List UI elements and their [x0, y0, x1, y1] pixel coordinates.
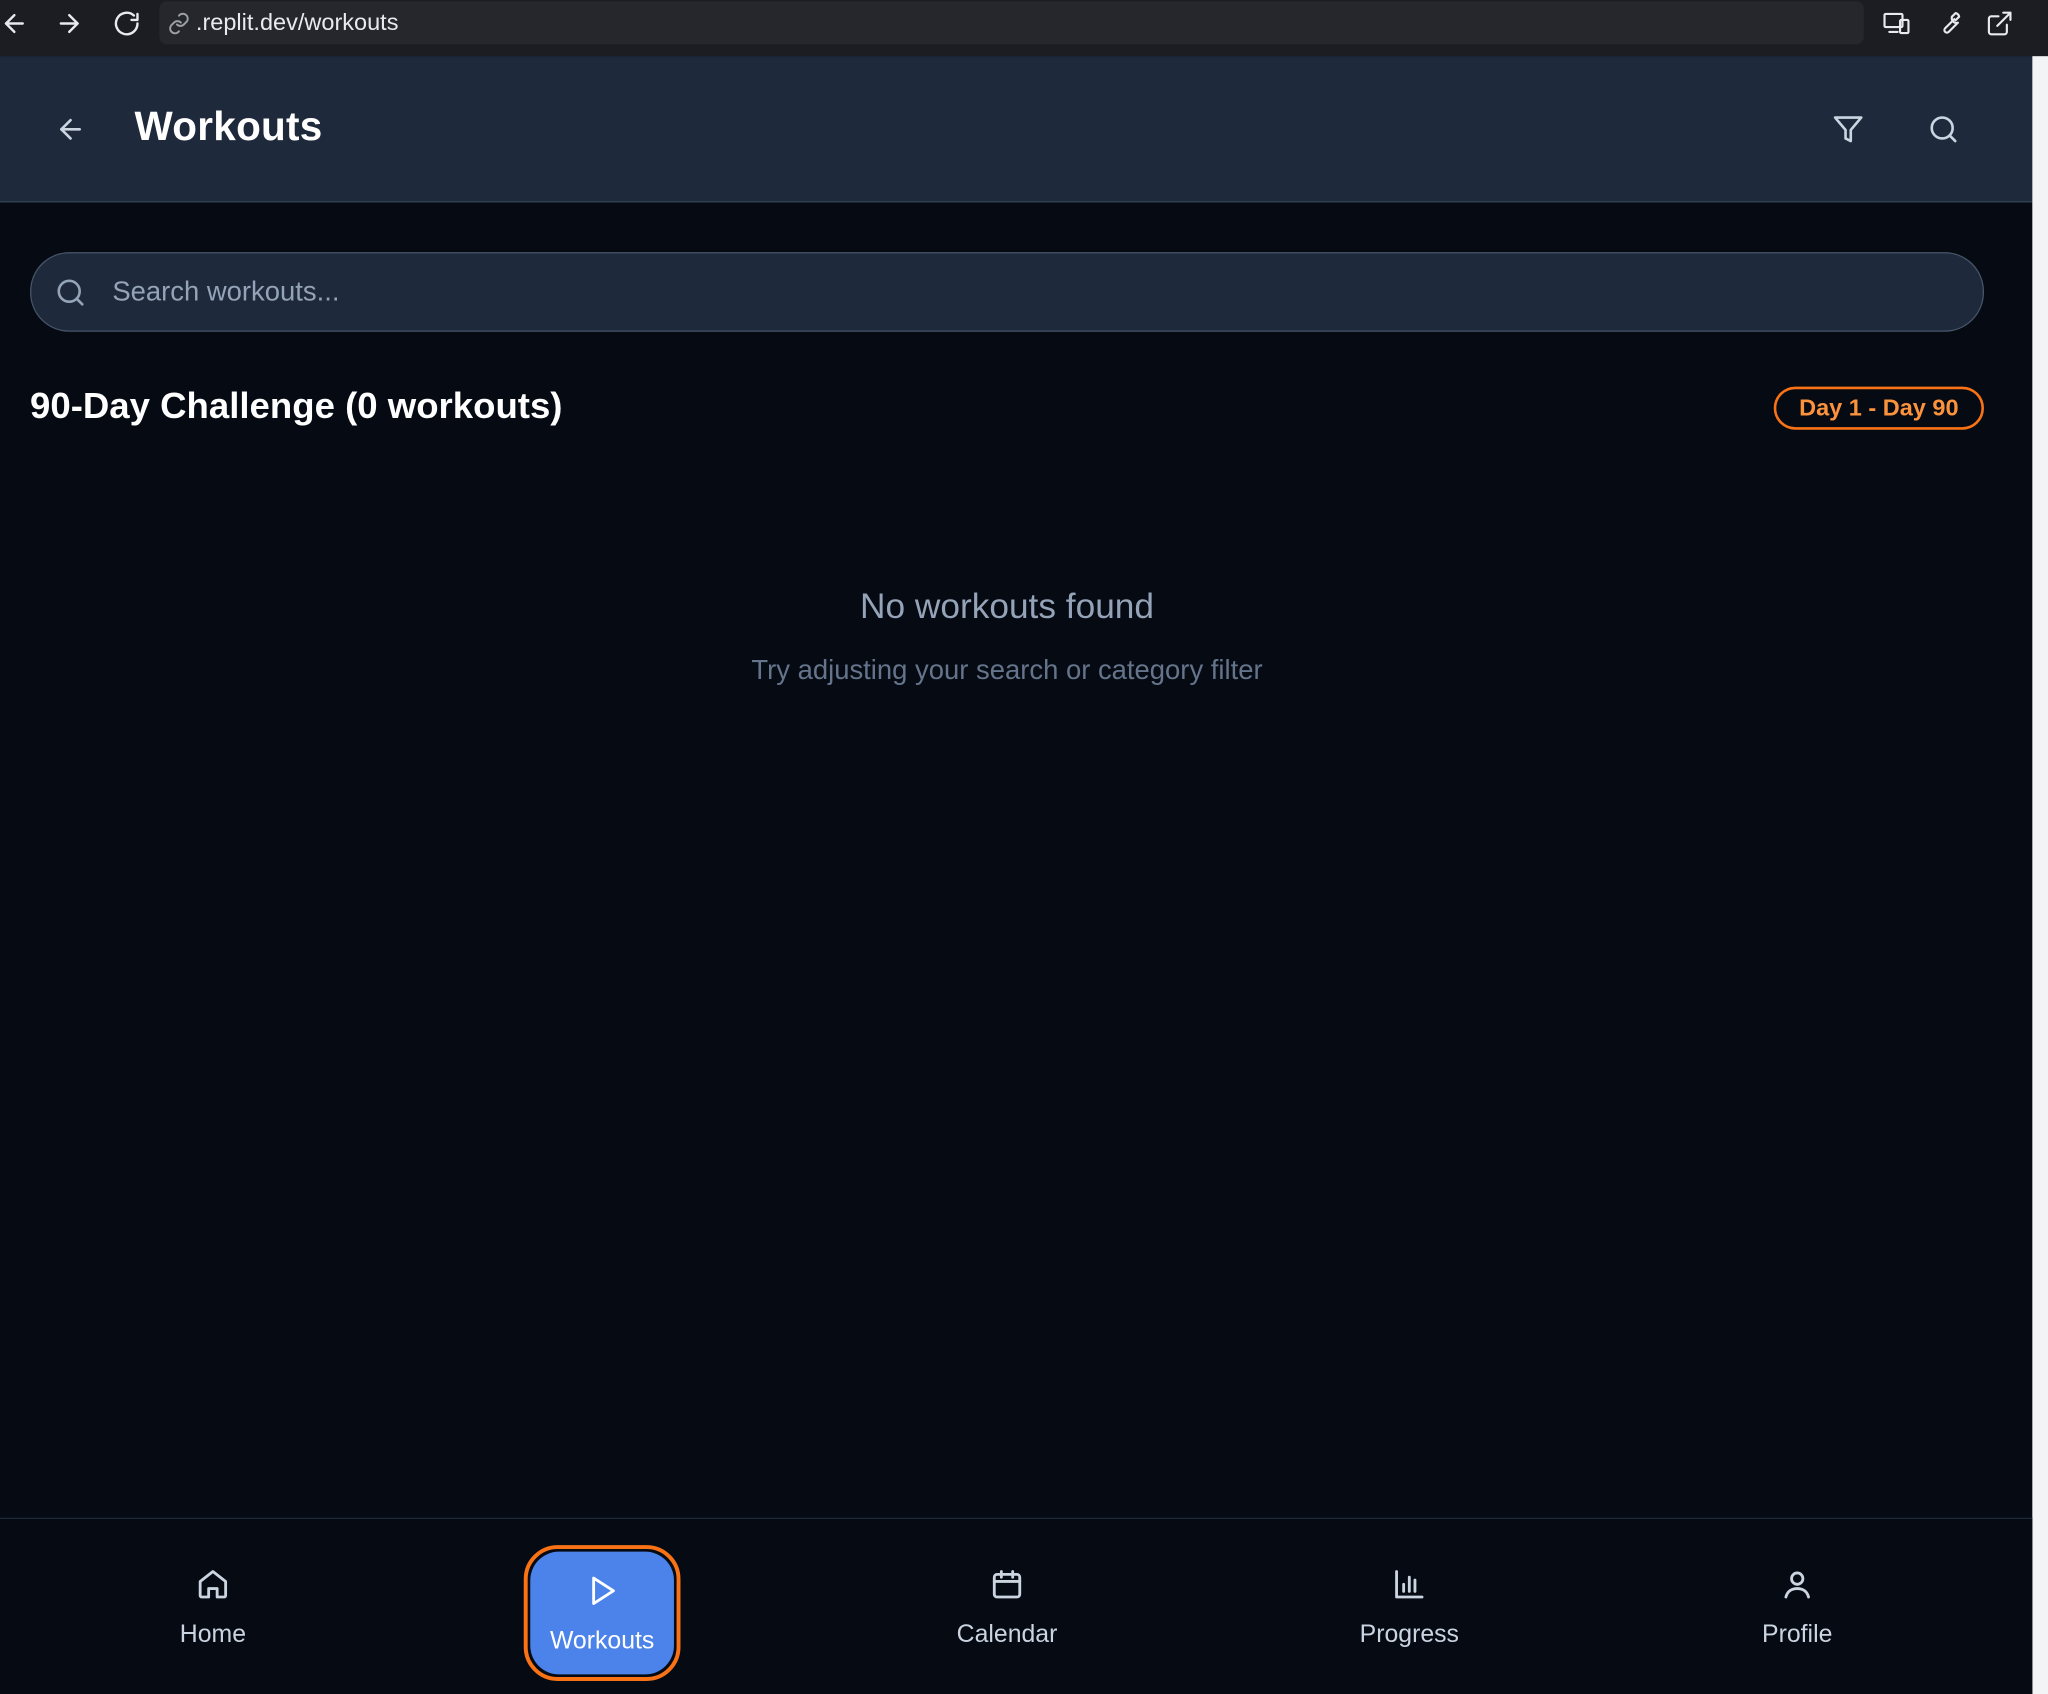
filter-button[interactable] [1825, 106, 1872, 153]
device-preview-icon[interactable] [1877, 4, 1916, 43]
bottom-nav: Home Workouts Calendar Progress Profile [0, 1517, 2033, 1694]
play-icon [592, 1576, 615, 1605]
nav-item-profile[interactable]: Profile [1667, 1519, 1928, 1694]
browser-back-icon[interactable] [0, 4, 34, 43]
calendar-icon [992, 1570, 1022, 1599]
link-icon [169, 12, 189, 34]
header-search-button[interactable] [1920, 106, 1967, 153]
nav-label-calendar: Calendar [956, 1620, 1058, 1649]
search-icon [1930, 116, 1957, 143]
section-title: 90-Day Challenge (0 workouts) [30, 385, 563, 426]
browser-reload-icon[interactable] [107, 4, 146, 43]
nav-item-workouts[interactable]: Workouts [530, 1551, 674, 1675]
page-title: Workouts [134, 103, 323, 149]
search-input[interactable] [112, 253, 1941, 331]
nav-item-progress[interactable]: Progress [1279, 1519, 1540, 1694]
app-viewport: .replit.dev/workouts Workouts 90-Day Cha… [0, 0, 2048, 1694]
page-scrollbar[interactable] [2032, 56, 2048, 1694]
bar-chart-icon [1395, 1570, 1424, 1599]
nav-item-calendar[interactable]: Calendar [876, 1519, 1137, 1694]
filter-icon [1833, 116, 1863, 143]
url-path: /workouts [297, 9, 399, 36]
empty-state-title: No workouts found [859, 586, 1155, 626]
nav-label-progress: Progress [1359, 1620, 1459, 1649]
devtools-wrench-icon[interactable] [1929, 4, 1968, 43]
search-box [30, 252, 1984, 332]
nav-label-profile: Profile [1762, 1620, 1833, 1649]
url-text: .replit.dev/workouts [196, 9, 399, 36]
user-icon [1784, 1571, 1810, 1599]
nav-label-home: Home [179, 1620, 246, 1649]
url-bar[interactable]: .replit.dev/workouts [159, 1, 1864, 45]
browser-toolbar: .replit.dev/workouts [0, 0, 2048, 57]
url-prefix: .replit.dev [195, 9, 298, 36]
home-icon [198, 1570, 228, 1599]
day-range-badge: Day 1 - Day 90 [1773, 386, 1984, 430]
search-icon [57, 279, 84, 306]
arrow-left-icon [60, 118, 81, 140]
back-button[interactable] [47, 106, 94, 153]
browser-forward-icon[interactable] [50, 4, 89, 43]
open-new-tab-icon[interactable] [1980, 4, 2019, 43]
empty-state-subtitle: Try adjusting your search or category fi… [751, 655, 1263, 686]
nav-label-workouts: Workouts [549, 1627, 655, 1655]
app-header: Workouts [0, 56, 2033, 203]
nav-item-home[interactable]: Home [82, 1519, 343, 1694]
